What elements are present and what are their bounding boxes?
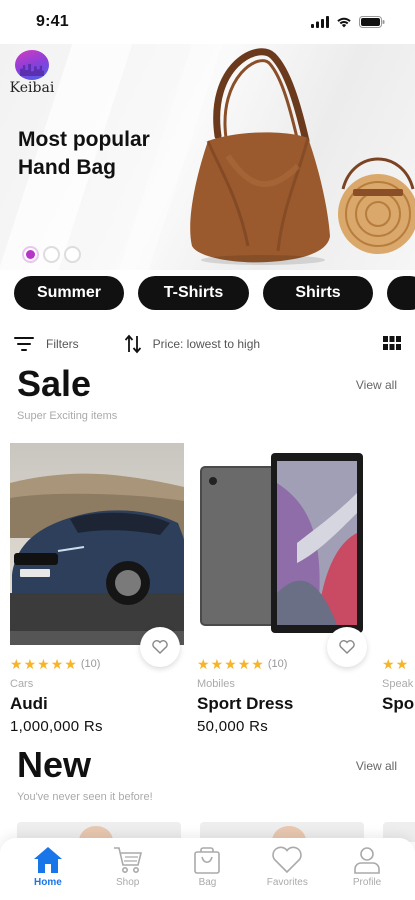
hero-title-line-1: Most popular	[18, 128, 150, 151]
tab-label: Shop	[116, 877, 140, 888]
new-section-header: New You've never seen it before! View al…	[17, 744, 397, 804]
product-image	[10, 443, 184, 645]
home-icon	[33, 847, 62, 873]
favorite-button[interactable]	[140, 627, 180, 667]
star-icon: ★	[251, 656, 264, 672]
round-bag-image	[338, 157, 415, 254]
carousel-dot[interactable]	[22, 246, 39, 263]
product-name: Sport Dress	[197, 694, 294, 713]
product-category: Speak	[382, 678, 414, 690]
tab-label: Favorites	[266, 877, 308, 888]
status-icons	[311, 16, 385, 28]
hero-title: Most popular Hand Bag	[18, 126, 150, 182]
signal-icon	[311, 16, 329, 28]
star-icon: ★	[64, 656, 77, 672]
star-icon: ★	[197, 656, 210, 672]
tablet-image	[200, 453, 363, 633]
heart-icon	[339, 640, 355, 654]
product-card[interactable]: ★ ★ ★ ★ ★ (10) Cars Audi 1,000,000 Rs	[10, 443, 184, 735]
logo-mark	[15, 50, 49, 80]
product-price: 50,000 Rs	[197, 718, 269, 735]
sale-title: Sale	[17, 363, 92, 404]
star-icon: ★	[237, 656, 251, 672]
status-bar: 9:41	[0, 0, 415, 44]
product-name: Audi	[10, 694, 48, 713]
carousel-dot[interactable]	[64, 246, 81, 263]
sort-label: Price: lowest to high	[152, 337, 261, 351]
wifi-icon	[337, 17, 351, 28]
status-time: 9:41	[36, 13, 69, 30]
product-name: Spo	[382, 694, 415, 713]
star-icon: ★	[395, 656, 409, 672]
new-view-all-link[interactable]: View all	[356, 759, 397, 773]
tab-bag[interactable]: Bag	[172, 846, 242, 900]
tab-label: Profile	[352, 877, 382, 888]
product-price: 1,000,000 Rs	[10, 718, 103, 735]
new-title: New	[17, 744, 92, 785]
star-icon: ★	[10, 656, 23, 672]
filter-bar: Filters Price: lowest to high	[14, 330, 401, 358]
sort-button[interactable]: Price: lowest to high	[124, 334, 261, 354]
battery-icon	[359, 16, 385, 28]
hand-bag-image	[190, 48, 330, 265]
logo-text: Keibai	[9, 80, 55, 96]
view-toggle-button[interactable]	[383, 335, 401, 353]
tab-home[interactable]: Home	[13, 846, 83, 900]
product-category: Cars	[10, 678, 34, 690]
category-chip-more[interactable]	[387, 276, 415, 310]
product-category: Mobiles	[197, 678, 235, 690]
sale-view-all-link[interactable]: View all	[356, 378, 397, 392]
sale-subtitle: Super Exciting items	[17, 410, 118, 422]
carousel-dots[interactable]	[22, 246, 81, 263]
category-chip-shirts[interactable]: Shirts	[263, 276, 373, 310]
grid-view-icon	[383, 335, 401, 350]
star-icon: ★	[50, 656, 64, 672]
app-logo: Keibai	[8, 50, 56, 96]
sort-icon	[124, 334, 141, 354]
tab-favorites[interactable]: Favorites	[252, 846, 322, 900]
heart-icon	[152, 640, 168, 654]
cart-icon	[113, 847, 142, 873]
product-card[interactable]: ★ ★ ★ ★ ★ (10) Mobiles Sport Dress 50,000 Rs	[197, 443, 371, 735]
product-rating: ★ ★	[382, 657, 415, 671]
car-image	[10, 443, 184, 645]
heart-icon	[272, 846, 303, 874]
filter-icon	[14, 337, 34, 351]
favorite-button[interactable]	[327, 627, 367, 667]
star-icon: ★	[382, 656, 395, 672]
star-icon: ★	[210, 656, 224, 672]
tab-label: Home	[33, 877, 62, 888]
tab-shop[interactable]: Shop	[93, 846, 163, 900]
category-chip-tshirts[interactable]: T-Shirts	[138, 276, 249, 310]
filters-button[interactable]: Filters	[14, 337, 79, 351]
tab-label: Bag	[198, 877, 217, 888]
star-icon: ★	[37, 656, 50, 672]
review-count: (10)	[80, 658, 101, 670]
sale-section-header: Sale Super Exciting items View all	[17, 363, 397, 423]
filters-label: Filters	[46, 337, 79, 351]
product-image	[197, 443, 371, 645]
carousel-dot[interactable]	[43, 246, 60, 263]
tab-profile[interactable]: Profile	[332, 846, 402, 900]
profile-icon	[354, 847, 380, 874]
bag-icon	[194, 847, 221, 874]
product-card[interactable]: ★ ★ Speak Spo	[382, 443, 415, 714]
category-chips: Summer T-Shirts Shirts	[14, 276, 415, 310]
review-count: (10)	[267, 658, 288, 670]
sale-product-list: ★ ★ ★ ★ ★ (10) Cars Audi 1,000,000 Rs ★ …	[10, 443, 415, 743]
bottom-tab-bar: Home Shop Bag Favorites Profile	[0, 838, 415, 900]
category-chip-summer[interactable]: Summer	[14, 276, 124, 310]
star-icon: ★	[224, 656, 237, 672]
product-image	[382, 443, 415, 645]
hero-title-line-2: Hand Bag	[18, 156, 117, 179]
star-icon: ★	[23, 656, 37, 672]
new-subtitle: You've never seen it before!	[17, 791, 153, 803]
hero-banner[interactable]: Keibai Most popular Hand Bag	[0, 44, 415, 270]
